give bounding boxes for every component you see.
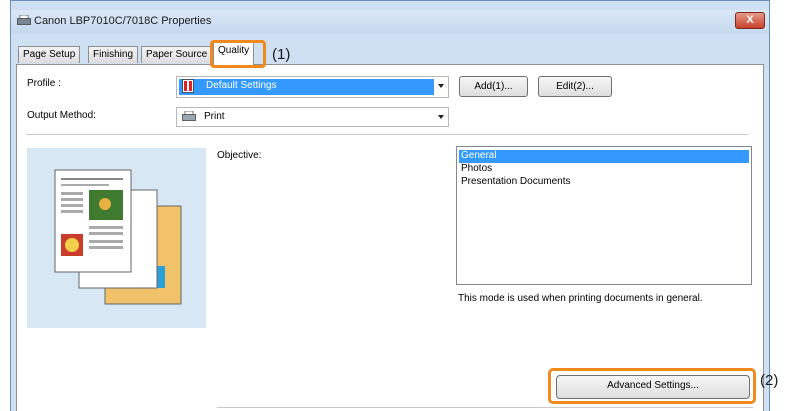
close-button[interactable]: X [735, 12, 765, 29]
chevron-down-icon [438, 84, 444, 88]
chevron-down-icon [438, 115, 444, 119]
list-item[interactable]: General [459, 150, 749, 163]
callout-label-2: (2) [760, 372, 779, 389]
divider [26, 134, 748, 135]
tab-finishing[interactable]: Finishing [88, 46, 139, 63]
edit-profile-button[interactable]: Edit(2)... [538, 76, 612, 97]
document-preview-image [54, 169, 182, 305]
quality-preview [27, 148, 206, 328]
callout-highlight-1 [210, 40, 266, 68]
profile-label: Profile : [27, 78, 61, 89]
output-method-label: Output Method: [27, 110, 96, 121]
bottom-divider [217, 407, 753, 408]
objective-label: Objective: [217, 150, 262, 161]
print-icon [182, 111, 196, 121]
tab-page-setup[interactable]: Page Setup [18, 46, 81, 63]
profile-icon [182, 79, 194, 93]
list-item[interactable]: Photos [459, 163, 749, 176]
close-icon: X [746, 14, 754, 26]
callout-label-1: (1) [272, 46, 291, 63]
list-item[interactable]: Presentation Documents [459, 176, 749, 189]
window-title: Canon LBP7010C/7018C Properties [34, 15, 212, 27]
output-method-value: Print [204, 111, 225, 122]
objective-list[interactable]: General Photos Presentation Documents [456, 146, 752, 285]
profile-value: Default Settings [206, 80, 277, 91]
callout-highlight-2 [548, 368, 756, 404]
printer-icon [17, 15, 31, 25]
add-profile-button[interactable]: Add(1)... [459, 76, 528, 97]
objective-description: This mode is used when printing document… [458, 293, 703, 304]
tab-paper-source[interactable]: Paper Source [141, 46, 213, 63]
